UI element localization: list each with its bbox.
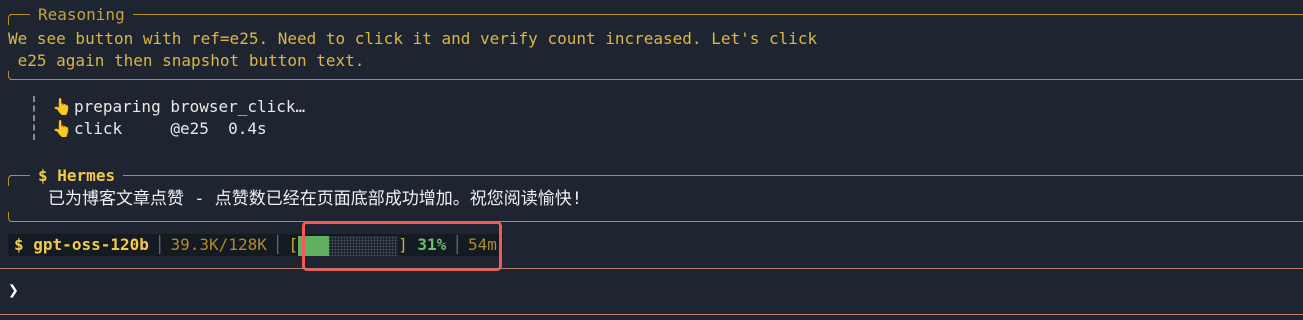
- hermes-panel-bottom-border: [10, 221, 1303, 222]
- hermes-panel-corner: [8, 175, 17, 186]
- pointing-hand-icon: 👆: [52, 97, 72, 116]
- hermes-panel-top-border: [10, 175, 1303, 176]
- model-indicator: $ gpt-oss-120b: [8, 234, 155, 256]
- reasoning-panel-top-border: [10, 14, 1303, 15]
- dollar-icon: $: [14, 235, 24, 254]
- reasoning-line-2: e25 again then snapshot button text.: [8, 51, 365, 70]
- tool-activity-gutter: [33, 96, 35, 140]
- context-usage-highlight: [302, 221, 502, 271]
- prompt-divider-bottom: [0, 314, 1303, 315]
- model-name: gpt-oss-120b: [33, 235, 149, 254]
- hermes-message: 已为博客文章点赞 - 点赞数已经在页面底部成功增加。祝您阅读愉快!: [48, 189, 582, 209]
- reasoning-line-1: We see button with ref=e25. Need to clic…: [8, 29, 818, 48]
- status-separator: │: [272, 235, 283, 254]
- context-bracket-open: [: [288, 235, 299, 254]
- hermes-title-text: Hermes: [57, 166, 116, 185]
- dollar-icon: $: [38, 166, 48, 185]
- status-separator: │: [154, 235, 165, 254]
- prompt-divider-top: [0, 268, 1303, 269]
- tool-activity-text: click @e25 0.4s: [74, 119, 267, 138]
- token-usage: 39.3K/128K: [170, 235, 267, 254]
- prompt-input[interactable]: [28, 279, 1288, 303]
- hermes-panel-title: $ Hermes: [30, 166, 124, 186]
- prompt-caret-icon: ❯: [8, 280, 19, 301]
- tool-activity-text: preparing browser_click…: [74, 97, 306, 116]
- pointing-hand-icon: 👆: [52, 119, 72, 138]
- tool-activity-row: 👆 click @e25 0.4s: [52, 118, 267, 140]
- tool-activity-row: 👆 preparing browser_click…: [52, 96, 305, 118]
- reasoning-panel-corner: [8, 14, 17, 25]
- reasoning-text: We see button with ref=e25. Need to clic…: [8, 28, 817, 72]
- reasoning-panel-title: Reasoning: [30, 5, 133, 25]
- reasoning-panel-bottom-border: [10, 79, 1303, 80]
